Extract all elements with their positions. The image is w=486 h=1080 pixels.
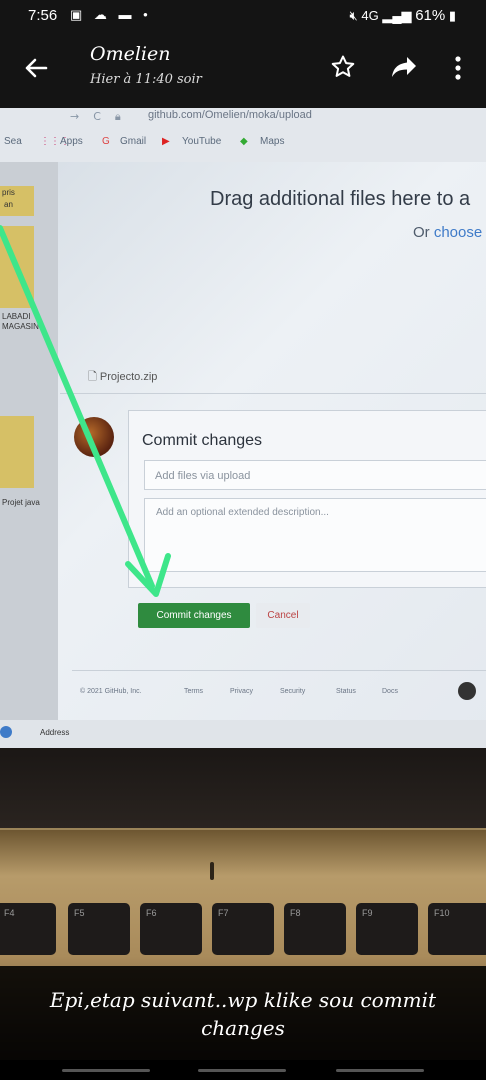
bookmark-youtube: YouTube bbox=[182, 136, 222, 147]
maps-icon: ◆ bbox=[240, 136, 248, 147]
signal-label: 4G bbox=[361, 8, 379, 23]
message-timestamp: Hier à 11:40 soir bbox=[90, 72, 202, 87]
thumbnail bbox=[0, 416, 34, 488]
browser-nav-icons: → C 🔒︎ bbox=[70, 110, 121, 123]
nav-pill[interactable] bbox=[198, 1069, 286, 1072]
or-label: Or bbox=[413, 224, 434, 241]
drag-files-prompt: Drag additional files here to a bbox=[210, 188, 471, 210]
panel-label: LABADI bbox=[2, 312, 31, 321]
copyright: © 2021 GitHub, Inc. bbox=[80, 688, 142, 695]
app-bar: Omelien Hier à 11:40 soir bbox=[0, 32, 486, 108]
keyboard-key: F10 bbox=[428, 903, 486, 955]
taskbar: Address bbox=[0, 720, 486, 748]
github-logo-icon bbox=[458, 682, 476, 700]
cancel-button[interactable]: Cancel bbox=[256, 603, 310, 628]
choose-files-prompt: Or choose bbox=[413, 224, 482, 241]
file-name: Projecto.zip bbox=[99, 371, 158, 383]
signal-icon: ▂▄▆ bbox=[382, 8, 412, 23]
panel-label: pris bbox=[2, 188, 15, 197]
choose-files-link[interactable]: choose bbox=[434, 224, 482, 241]
url-bar: github.com/Omelien/moka/upload bbox=[148, 109, 312, 121]
battery-percent: 61% bbox=[415, 7, 446, 24]
mute-icon: 🔇︎ bbox=[349, 8, 358, 23]
footer-link-status[interactable]: Status bbox=[336, 688, 356, 695]
gmail-icon: G bbox=[102, 136, 110, 147]
gesture-nav-bar bbox=[0, 1060, 486, 1080]
battery-icon: ▮ bbox=[448, 8, 456, 23]
panel-label: MAGASIN bbox=[2, 322, 39, 331]
file-icon: 🗋︎ bbox=[88, 371, 97, 383]
notification-icons: ▣ ☁ ▬ • bbox=[70, 7, 152, 22]
bookmark-maps: Maps bbox=[260, 136, 285, 147]
keyboard-key: F6 bbox=[140, 903, 202, 955]
keyboard-key: F9 bbox=[356, 903, 418, 955]
bookmark-apps: Apps bbox=[60, 136, 83, 147]
chrome-icon bbox=[0, 726, 12, 738]
keyboard-key: F5 bbox=[68, 903, 130, 955]
keyboard-key: F4 bbox=[0, 903, 56, 955]
share-forward-icon[interactable] bbox=[390, 54, 418, 80]
thumbnail bbox=[0, 226, 34, 308]
keyboard-key: F7 bbox=[212, 903, 274, 955]
system-status: 🔇︎ 4G ▂▄▆ 61% ▮ bbox=[350, 7, 456, 24]
bookmark-gmail: Gmail bbox=[120, 136, 147, 147]
screen-bezel bbox=[0, 748, 486, 830]
footer-link-terms[interactable]: Terms bbox=[184, 688, 203, 695]
browser-toolbar: → C 🔒︎ github.com/Omelien/moka/upload Se… bbox=[0, 108, 486, 162]
back-arrow-icon[interactable] bbox=[20, 52, 52, 84]
footer-link-security[interactable]: Security bbox=[280, 688, 305, 695]
power-led bbox=[210, 862, 214, 880]
more-vert-icon[interactable] bbox=[448, 52, 468, 84]
laptop-screen: → C 🔒︎ github.com/Omelien/moka/upload Se… bbox=[0, 108, 486, 748]
avatar bbox=[74, 417, 114, 457]
image-caption: Epi,etap suivant..wp klike sou commit ch… bbox=[0, 966, 486, 1060]
commit-summary-input[interactable]: Add files via upload bbox=[144, 460, 486, 490]
star-icon[interactable] bbox=[330, 54, 356, 80]
footer-link-docs[interactable]: Docs bbox=[382, 688, 398, 695]
sender-name: Omelien bbox=[90, 43, 171, 65]
nav-pill bbox=[62, 1069, 150, 1072]
uploaded-file: 🗋︎ Projecto.zip bbox=[88, 368, 157, 387]
footer-link-privacy[interactable]: Privacy bbox=[230, 688, 253, 695]
search-partial: Sea bbox=[4, 136, 22, 147]
panel-label: Projet java bbox=[2, 498, 40, 507]
commit-changes-button[interactable]: Commit changes bbox=[138, 603, 250, 628]
divider bbox=[72, 670, 486, 671]
commit-title: Commit changes bbox=[142, 432, 263, 449]
nav-pill bbox=[336, 1069, 424, 1072]
photo-attachment[interactable]: → C 🔒︎ github.com/Omelien/moka/upload Se… bbox=[0, 108, 486, 1060]
divider bbox=[60, 393, 486, 394]
file-explorer-panel: pris an LABADI MAGASIN Projet java bbox=[0, 162, 58, 748]
panel-label: an bbox=[4, 200, 13, 209]
status-bar: 7:56 ▣ ☁ ▬ • 🔇︎ 4G ▂▄▆ 61% ▮ bbox=[0, 0, 486, 32]
youtube-icon: ▶ bbox=[162, 136, 170, 147]
keyboard-key: F8 bbox=[284, 903, 346, 955]
address-label: Address bbox=[40, 728, 70, 737]
commit-description-textarea[interactable]: Add an optional extended description... bbox=[144, 498, 486, 572]
clock: 7:56 bbox=[28, 7, 58, 24]
